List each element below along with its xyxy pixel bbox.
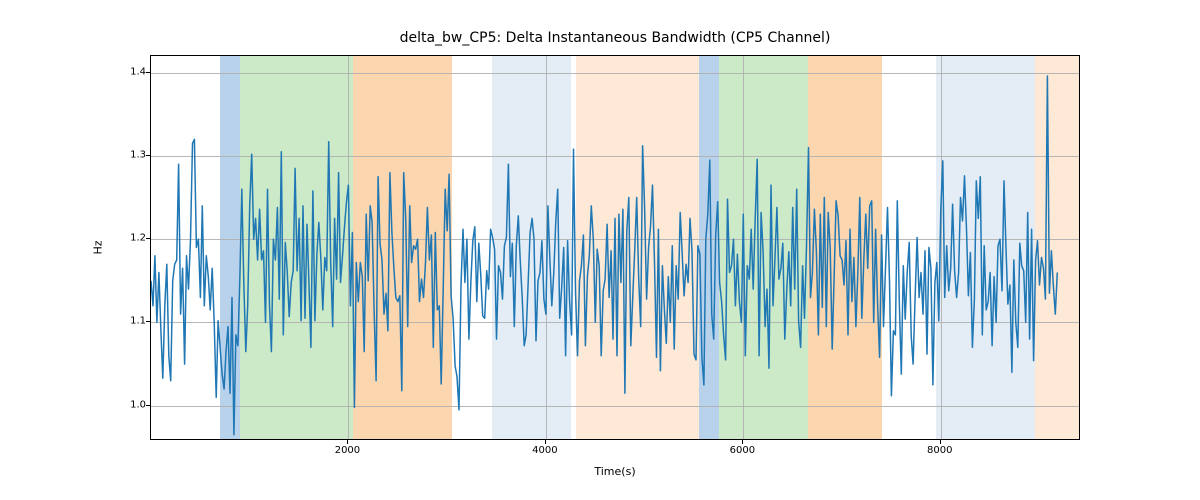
y-tick-mark	[146, 72, 150, 73]
y-tick-mark	[146, 321, 150, 322]
x-tick-mark	[545, 440, 546, 444]
x-tick-label: 4000	[532, 445, 557, 456]
x-tick-label: 8000	[927, 445, 952, 456]
x-tick-label: 6000	[730, 445, 755, 456]
y-axis-label: Hz	[90, 55, 106, 440]
y-tick-mark	[146, 155, 150, 156]
figure: delta_bw_CP5: Delta Instantaneous Bandwi…	[0, 0, 1200, 500]
y-tick-label: 1.3	[118, 149, 146, 160]
x-tick-mark	[742, 440, 743, 444]
x-tick-mark	[347, 440, 348, 444]
chart-title: delta_bw_CP5: Delta Instantaneous Bandwi…	[150, 30, 1080, 46]
y-tick-label: 1.4	[118, 66, 146, 77]
plot-area	[150, 55, 1080, 440]
y-tick-mark	[146, 405, 150, 406]
y-tick-label: 1.2	[118, 233, 146, 244]
y-tick-mark	[146, 238, 150, 239]
x-axis-label: Time(s)	[150, 465, 1080, 478]
x-tick-mark	[940, 440, 941, 444]
series-line	[151, 76, 1057, 435]
line-svg	[151, 56, 1079, 439]
y-tick-label: 1.1	[118, 316, 146, 327]
y-tick-label: 1.0	[118, 399, 146, 410]
x-tick-label: 2000	[335, 445, 360, 456]
